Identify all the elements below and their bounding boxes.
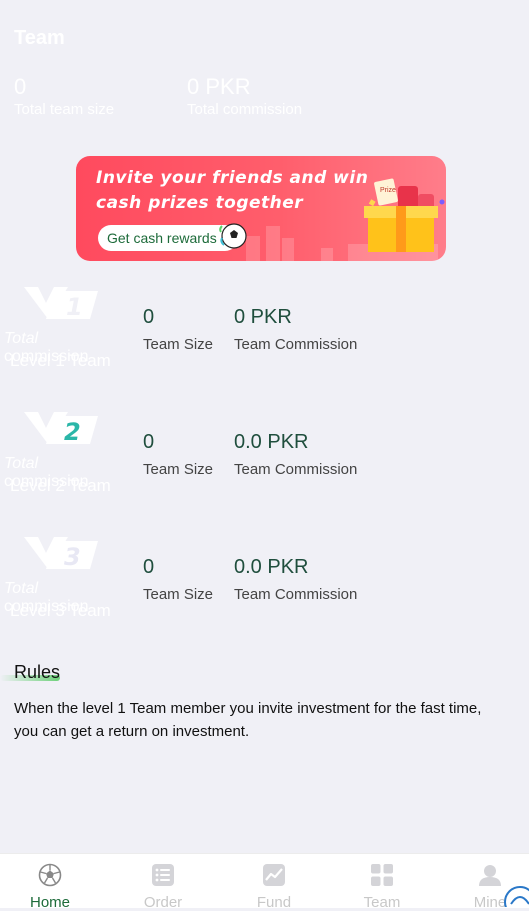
level-2-team-size-value: 0: [143, 431, 155, 453]
level-1-badge-icon: 1: [24, 287, 98, 321]
chart-icon: [263, 864, 285, 886]
grid-icon: [371, 864, 393, 886]
get-cash-rewards-button[interactable]: Get cash rewards: [98, 225, 238, 251]
banner-headline: Invite your friends and win cash prizes …: [96, 166, 386, 216]
floating-service-icon[interactable]: [502, 884, 529, 907]
level-3-badge-number: 3: [64, 543, 81, 571]
football-icon: [38, 863, 62, 887]
banner-line-1: Invite your friends and win: [96, 168, 369, 188]
invite-banner[interactable]: Invite your friends and win cash prizes …: [76, 156, 446, 261]
nav-order-label: Order: [143, 894, 183, 911]
nav-team[interactable]: Team: [332, 854, 432, 911]
rules-text: When the level 1 Team member you invite …: [14, 700, 482, 740]
total-team-size-value: 0: [14, 74, 27, 99]
total-team-size-label: Total team size: [14, 101, 115, 118]
gift-box-icon: Prize: [364, 178, 445, 252]
level-2-commission-value: 0.0 PKR: [234, 431, 309, 453]
level-1-team-size-value: 0: [143, 306, 155, 328]
person-icon: [479, 865, 501, 886]
bottom-nav: Home Order Fund Team Mine: [0, 853, 529, 911]
level-3-team-size-label: Team Size: [143, 586, 214, 603]
bar-decoration: [282, 238, 294, 261]
list-icon: [152, 864, 174, 886]
level-3-name: Level 3 Team: [10, 601, 111, 620]
level-1-commission-value: 0 PKR: [234, 306, 292, 328]
total-commission-label: Total commission: [187, 101, 303, 118]
bar-decoration: [266, 226, 280, 261]
gift-tag-text: Prize: [380, 187, 396, 194]
total-commission-value: 0 PKR: [187, 74, 251, 99]
bar-decoration: [321, 248, 333, 261]
watermark-italic: Total: [4, 330, 39, 347]
level-1-name: Level 1 Team: [10, 351, 111, 370]
level-2-badge-number: 2: [64, 418, 81, 446]
level-3-commission-label: Team Commission: [234, 586, 358, 603]
banner-line-2: cash prizes together: [96, 193, 304, 213]
nav-fund[interactable]: Fund: [224, 854, 324, 911]
level-3-team-size-value: 0: [143, 556, 155, 578]
nav-order[interactable]: Order: [113, 854, 213, 911]
nav-team-label: Team: [363, 894, 401, 911]
level-2-commission-label: Team Commission: [234, 461, 358, 478]
level-1-badge-number: 1: [66, 293, 83, 321]
level-3-commission-value: 0.0 PKR: [234, 556, 309, 578]
nav-home[interactable]: Home: [0, 854, 100, 911]
level-2-team-row[interactable]: 2 Total commission Level 2 Team 0 Team S…: [0, 408, 529, 498]
level-3-team-row[interactable]: 3 Total commission Level 3 Team 0 Team S…: [0, 533, 529, 623]
level-1-team-row[interactable]: 1 Total commission Level 1 Team 0 Team S…: [0, 283, 529, 373]
nav-home-label: Home: [29, 894, 70, 911]
watermark-italic: Total: [4, 455, 39, 472]
rules-title: Rules: [14, 662, 61, 682]
soccer-ball-icon: [219, 223, 247, 249]
nav-fund-label: Fund: [256, 894, 292, 911]
watermark-italic: Total: [4, 580, 39, 597]
page-title: Team: [14, 27, 65, 49]
level-1-commission-label: Team Commission: [234, 336, 358, 353]
level-1-team-size-label: Team Size: [143, 336, 214, 353]
level-2-team-size-label: Team Size: [143, 461, 214, 478]
level-3-badge-icon: 3: [24, 537, 98, 571]
level-2-badge-icon: 2: [24, 412, 98, 446]
level-2-name: Level 2 Team: [10, 476, 111, 495]
